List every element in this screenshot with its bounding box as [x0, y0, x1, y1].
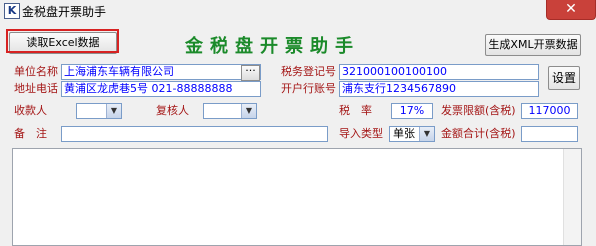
import-type-label: 导入类型: [339, 127, 383, 140]
chevron-down-icon: ▼: [106, 104, 121, 118]
bank-field[interactable]: 浦东支行1234567890: [339, 81, 539, 97]
tax-rate-label: 税 率: [339, 104, 372, 117]
import-type-select[interactable]: 单张 ▼: [389, 126, 435, 142]
company-field[interactable]: 上海浦东车辆有限公司: [61, 64, 261, 80]
company-browse-button[interactable]: ···: [241, 65, 260, 81]
settings-button[interactable]: 设置: [548, 66, 580, 90]
bank-label: 开户行账号: [281, 82, 336, 95]
chevron-down-icon: ▼: [419, 127, 434, 141]
import-type-value: 单张: [393, 127, 415, 140]
total-label: 金额合计(含税): [441, 127, 516, 140]
page-title: 金税盘开票助手: [185, 36, 360, 57]
generate-xml-button[interactable]: 生成XML开票数据: [485, 34, 581, 56]
reviewer-select[interactable]: ▼: [203, 103, 257, 119]
payee-label: 收款人: [14, 104, 47, 117]
remark-field[interactable]: [61, 126, 328, 142]
tax-rate-field[interactable]: 17%: [391, 103, 433, 119]
close-icon[interactable]: ✕: [546, 0, 596, 20]
window-title: 金税盘开票助手: [22, 5, 107, 19]
total-field[interactable]: [521, 126, 578, 142]
address-label: 地址电话: [14, 82, 58, 95]
payee-select[interactable]: ▼: [76, 103, 122, 119]
company-label: 单位名称: [14, 65, 58, 78]
invoice-limit-field[interactable]: 117000: [521, 103, 578, 119]
app-icon: K: [4, 3, 20, 19]
tax-id-label: 税务登记号: [281, 65, 336, 78]
address-field[interactable]: 黄浦区龙虎巷5号 021-88888888: [61, 81, 261, 97]
title-bar: K 金税盘开票助手 ✕: [0, 0, 596, 23]
remark-label: 备 注: [14, 127, 47, 140]
invoice-list[interactable]: [12, 148, 582, 246]
main-window: 读取Excel数据 金税盘开票助手 生成XML开票数据 单位名称 上海浦东车辆有…: [0, 22, 596, 246]
tax-id-field[interactable]: 321000100100100: [339, 64, 539, 80]
list-scrollbar[interactable]: [563, 149, 581, 245]
invoice-limit-label: 发票限额(含税): [441, 104, 516, 117]
highlight-frame: [6, 29, 119, 53]
chevron-down-icon: ▼: [241, 104, 256, 118]
reviewer-label: 复核人: [156, 104, 189, 117]
